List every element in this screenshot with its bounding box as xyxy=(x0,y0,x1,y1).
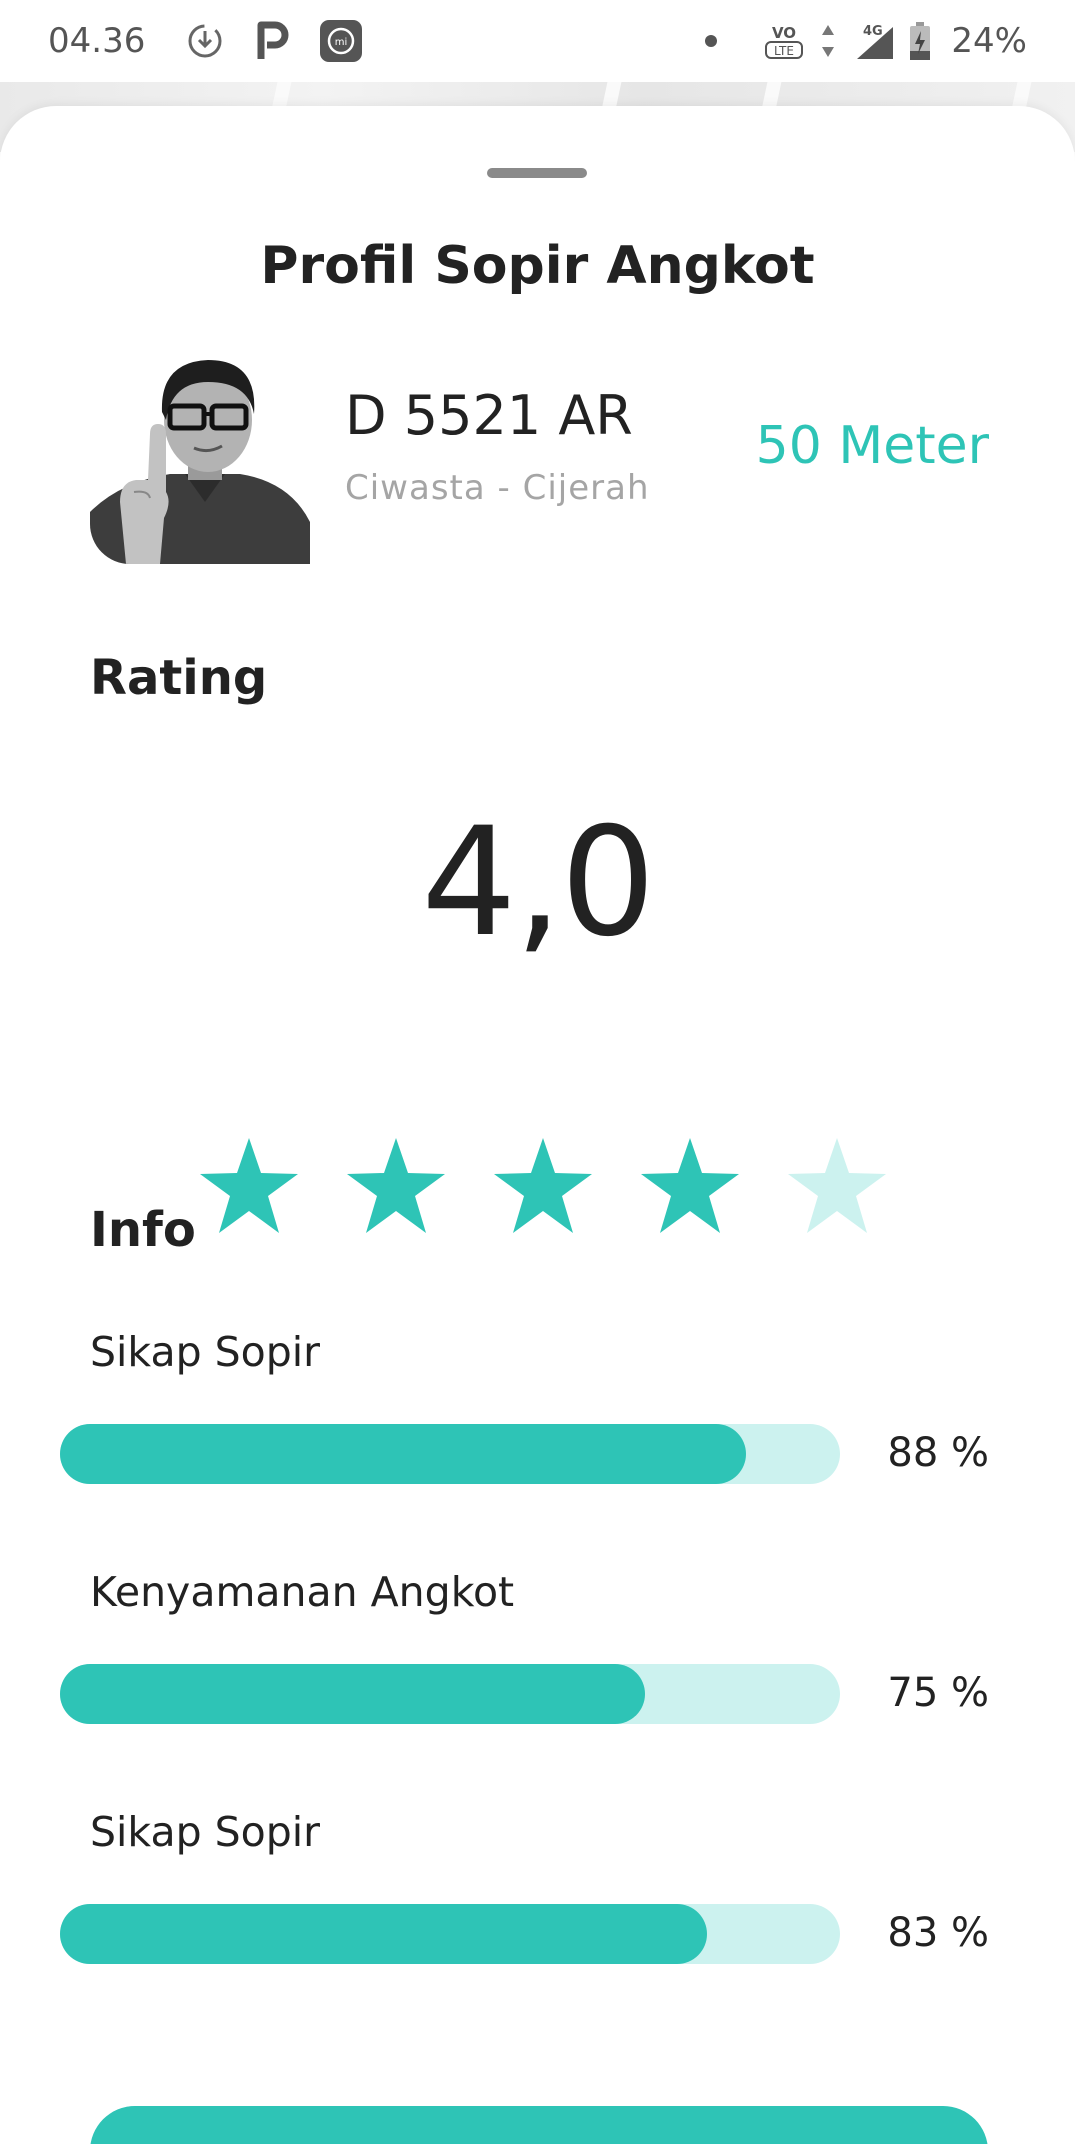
download-icon xyxy=(185,21,225,61)
driver-avatar xyxy=(90,342,310,564)
battery-charging-icon xyxy=(909,21,931,61)
battery-percent: 24% xyxy=(951,21,1027,61)
svg-text:LTE: LTE xyxy=(774,44,794,58)
rating-heading: Rating xyxy=(90,650,268,706)
network-type-label: 4G xyxy=(863,24,883,39)
signal-icon: 4G xyxy=(851,21,895,61)
info-item-percent: 83 % xyxy=(887,1910,989,1956)
data-arrows-icon xyxy=(819,21,837,61)
page-title: Profil Sopir Angkot xyxy=(260,236,815,296)
info-heading: Info xyxy=(90,1202,196,1258)
rating-value: 4,0 xyxy=(421,796,656,970)
info-progress-track xyxy=(60,1664,840,1724)
parking-p-icon xyxy=(255,21,289,61)
info-progress-track xyxy=(60,1424,840,1484)
star-empty-icon xyxy=(788,1138,886,1233)
star-filled-icon xyxy=(641,1138,739,1233)
app-screen: 04.36 mi VO LTE 4G 24% Profil Sopir Angk… xyxy=(0,0,1075,2144)
status-bar: 04.36 mi VO LTE 4G 24% xyxy=(0,0,1075,82)
notification-dot xyxy=(705,35,718,47)
info-progress-fill xyxy=(60,1904,708,1964)
plate-number: D 5521 AR xyxy=(345,384,633,447)
info-item-label: Sikap Sopir xyxy=(90,1328,321,1376)
volte-icon: VO LTE xyxy=(763,20,805,62)
info-item-label: Kenyamanan Angkot xyxy=(90,1568,515,1616)
mi-icon: mi xyxy=(319,19,363,63)
svg-text:mi: mi xyxy=(335,37,348,48)
rating-stars xyxy=(198,1136,888,1236)
svg-text:VO: VO xyxy=(772,24,796,42)
driver-profile-sheet[interactable]: Profil Sopir Angkot D 5521 AR Ciwasta - … xyxy=(0,106,1075,2144)
primary-action-button[interactable] xyxy=(90,2106,988,2144)
info-item-percent: 88 % xyxy=(887,1430,989,1476)
info-item-label: Sikap Sopir xyxy=(90,1808,321,1856)
sheet-drag-handle[interactable] xyxy=(487,168,587,178)
info-item-percent: 75 % xyxy=(887,1670,989,1716)
status-time: 04.36 xyxy=(48,21,146,61)
info-progress-fill xyxy=(60,1424,747,1484)
route-label: Ciwasta - Cijerah xyxy=(345,468,650,508)
star-filled-icon xyxy=(200,1138,298,1233)
star-filled-icon xyxy=(347,1138,445,1233)
star-filled-icon xyxy=(494,1138,592,1233)
info-progress-fill xyxy=(60,1664,645,1724)
info-progress-track xyxy=(60,1904,840,1964)
distance-label: 50 Meter xyxy=(755,416,989,476)
